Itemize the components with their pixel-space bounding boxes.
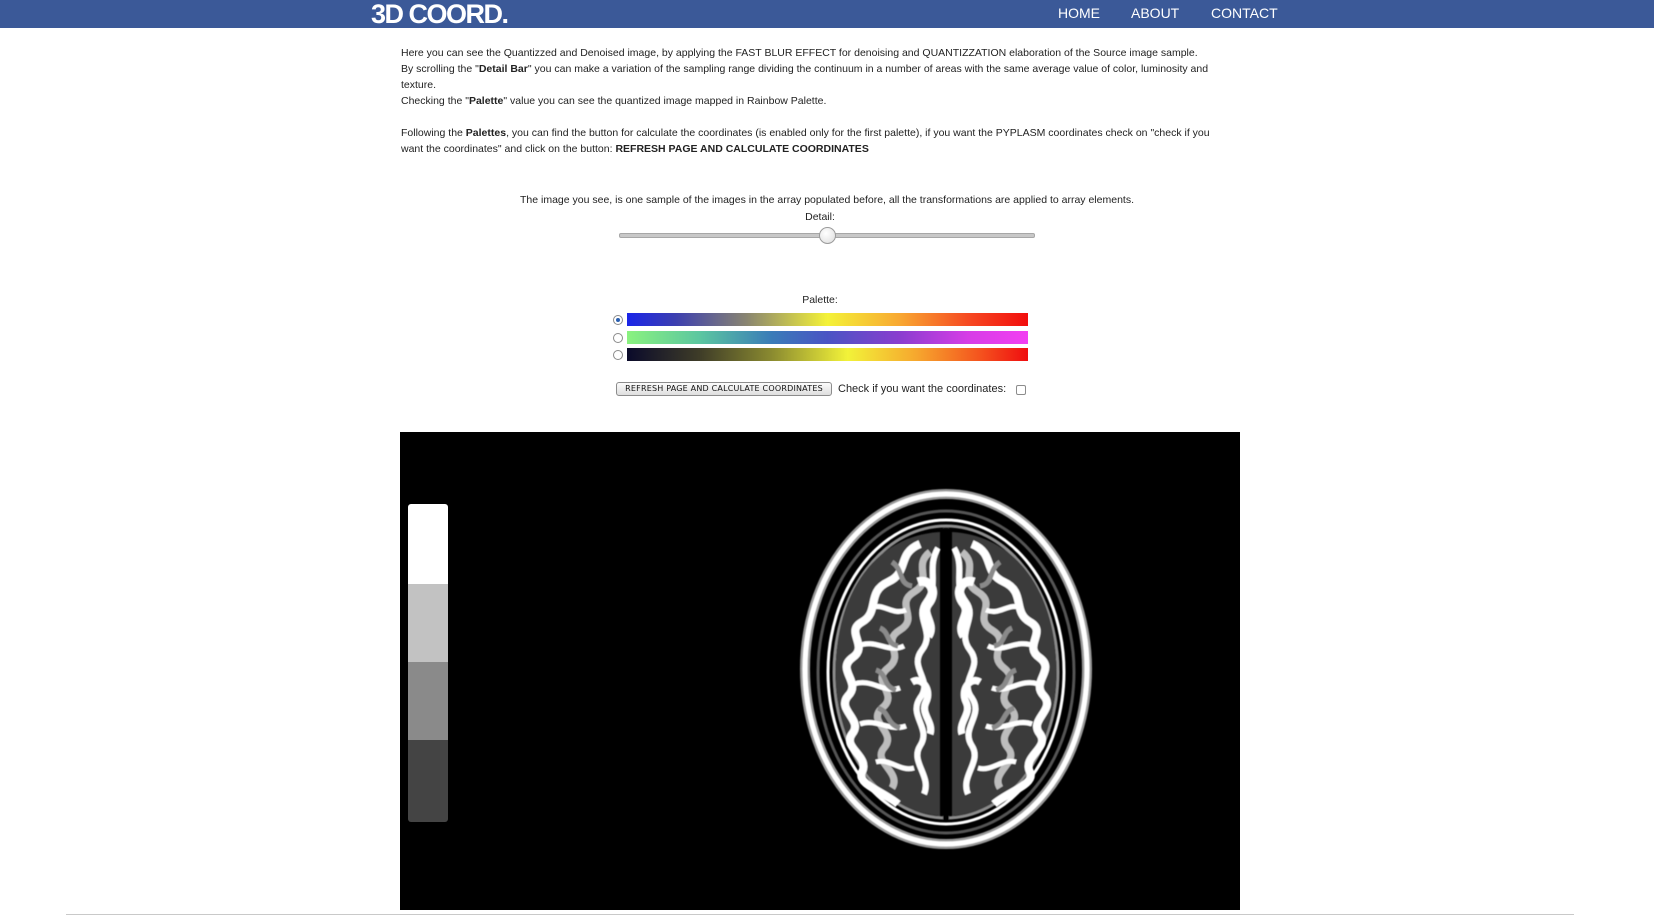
palette-option-dark-yellow-red[interactable] [613, 348, 1028, 361]
sample-note: The image you see, is one sample of the … [519, 194, 1134, 206]
intro-p3-post: " value you can see the quantized image … [503, 95, 827, 107]
footer-divider [66, 914, 1574, 915]
nav-about[interactable]: ABOUT [1131, 0, 1179, 28]
quantized-image-viewer [400, 432, 1240, 910]
top-navbar: 3D COORD. HOME ABOUT CONTACT [0, 0, 1654, 30]
intro-p4-bold: Palettes [465, 127, 507, 139]
coordinates-checkbox-label: Check if you want the coordinates: [838, 383, 1007, 395]
intro-text: Here you can see the Quantizzed and Deno… [401, 45, 1211, 157]
intro-p3-bold: Palette [468, 95, 504, 107]
nav-home[interactable]: HOME [1058, 0, 1100, 28]
palette-option-rainbow[interactable] [613, 313, 1028, 326]
intro-p4-bold2: REFRESH PAGE AND CALCULATE COORDINATES [615, 143, 869, 155]
refresh-calculate-button[interactable]: REFRESH PAGE AND CALCULATE COORDINATES [616, 382, 832, 396]
detail-slider[interactable] [619, 227, 1035, 245]
palette-gradient-green-magenta [627, 331, 1028, 344]
palette-label: Palette: [802, 294, 838, 306]
detail-slider-thumb[interactable] [819, 227, 836, 244]
site-logo[interactable]: 3D COORD. [371, 0, 509, 30]
nav-contact[interactable]: CONTACT [1211, 0, 1278, 28]
brain-scan-image [800, 489, 1092, 849]
intro-paragraph-1: Here you can see the Quantizzed and Deno… [401, 47, 1198, 59]
detail-label: Detail: [805, 211, 835, 223]
intro-p2-pre: By scrolling the " [401, 63, 479, 75]
coordinates-checkbox[interactable] [1016, 385, 1026, 395]
palette-gradient-dark-yellow-red [627, 348, 1028, 361]
intro-p3-pre: Checking the " [401, 95, 469, 107]
palette-radio-2[interactable] [613, 350, 623, 360]
palette-radio-0[interactable] [613, 315, 623, 325]
palette-gradient-rainbow [627, 313, 1028, 326]
intro-p4-pre: Following the [401, 127, 466, 139]
intro-paragraph-4: Following the Palettes, you can find the… [401, 125, 1211, 157]
intro-paragraph-2: By scrolling the "Detail Bar" you can ma… [401, 61, 1211, 93]
palette-radio-1[interactable] [613, 333, 623, 343]
palette-option-green-magenta[interactable] [613, 331, 1028, 344]
intro-paragraph-3: Checking the "Palette" value you can see… [401, 93, 1211, 109]
intro-p2-bold: Detail Bar [478, 63, 528, 75]
